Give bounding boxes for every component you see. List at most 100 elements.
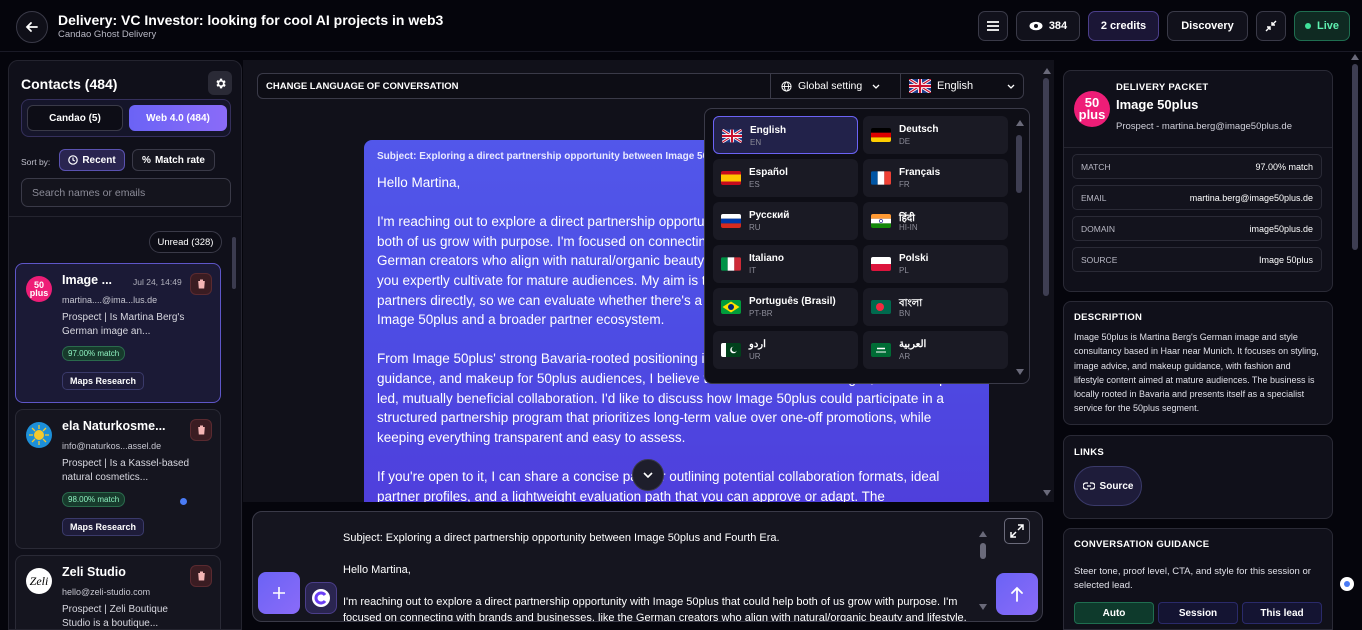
language-name: Deutsch	[899, 124, 939, 135]
delete-contact-button[interactable]	[190, 565, 212, 587]
bangladesh-flag-icon	[871, 300, 891, 314]
guidance-lead-button[interactable]: This lead	[1242, 602, 1322, 624]
message-composer[interactable]: Subject: Exploring a direct partnership …	[252, 511, 1043, 622]
uk-flag-icon	[909, 79, 931, 93]
language-option-hi[interactable]: हिंदी HI-IN	[863, 202, 1008, 240]
description-text: Image 50plus is Martina Berg's German im…	[1074, 332, 1319, 414]
details-scrollbar[interactable]	[1352, 64, 1358, 250]
delete-contact-button[interactable]	[190, 419, 212, 441]
menu-button[interactable]	[978, 11, 1008, 41]
help-button[interactable]	[1340, 577, 1354, 591]
divider	[1064, 147, 1332, 148]
send-button[interactable]	[996, 573, 1038, 615]
language-option-it[interactable]: Italiano IT	[713, 245, 858, 283]
contact-source-toggle: Candao (5) Web 4.0 (484)	[21, 99, 231, 137]
description-title: DESCRIPTION	[1074, 312, 1143, 323]
ai-assistant-button[interactable]	[305, 582, 337, 614]
language-option-pt-br[interactable]: Português (Brasil) PT-BR	[713, 288, 858, 326]
contacts-search-input[interactable]	[21, 178, 231, 207]
avatar	[26, 422, 52, 448]
language-option-en[interactable]: English EN	[713, 116, 858, 154]
credits-button[interactable]: 2 credits	[1088, 11, 1159, 41]
contact-name: Image ...	[62, 273, 113, 287]
language-option-ru[interactable]: Русский RU	[713, 202, 858, 240]
contact-card[interactable]: ela Naturkosme... info@naturkos...assel.…	[15, 409, 221, 549]
live-status-button[interactable]: Live	[1294, 11, 1350, 41]
language-option-bn[interactable]: বাংলা BN	[863, 288, 1008, 326]
field-label: EMAIL	[1081, 193, 1107, 203]
contacts-scrollbar[interactable]	[232, 237, 236, 289]
help-dot-icon	[1344, 581, 1350, 587]
language-select[interactable]: English	[900, 74, 1024, 98]
links-title: LINKS	[1074, 447, 1104, 458]
views-button[interactable]: 384	[1016, 11, 1080, 41]
contact-date: Jul 24, 14:49	[133, 277, 182, 287]
link-icon	[1082, 482, 1095, 490]
language-option-es[interactable]: Español ES	[713, 159, 858, 197]
avatar: 50 plus	[26, 276, 52, 302]
scroll-to-bottom-button[interactable]	[632, 459, 664, 491]
unread-filter-button[interactable]: Unread (328)	[149, 231, 222, 253]
composer-scrollbar[interactable]	[980, 543, 986, 559]
scroll-down-icon[interactable]	[1016, 369, 1024, 375]
scroll-up-icon[interactable]	[979, 531, 987, 537]
menu-icon	[987, 21, 999, 31]
back-button[interactable]	[16, 11, 48, 43]
language-name: Polski	[899, 253, 929, 264]
add-attachment-button[interactable]	[258, 572, 300, 614]
guidance-session-button[interactable]: Session	[1158, 602, 1238, 624]
scroll-up-icon[interactable]	[1016, 120, 1024, 126]
discovery-button[interactable]: Discovery	[1167, 11, 1248, 41]
language-bar: CHANGE LANGUAGE OF CONVERSATION Global s…	[257, 73, 1024, 99]
arrow-up-icon	[1011, 586, 1023, 602]
language-code: UR	[749, 352, 761, 361]
message-paragraph: If you're open to it, I can share a conc…	[377, 468, 940, 502]
sort-match-button[interactable]: % Match rate	[132, 149, 215, 171]
scroll-up-icon[interactable]	[1351, 54, 1359, 60]
unread-dot	[180, 498, 187, 505]
contact-card[interactable]: Zeli Zeli Studio hello@zeli-studio.com P…	[15, 555, 221, 629]
language-option-ar[interactable]: العربية AR	[863, 331, 1008, 369]
live-dot-icon	[1304, 23, 1311, 29]
global-setting-dropdown[interactable]: Global setting	[770, 74, 898, 98]
language-option-fr[interactable]: Français FR	[863, 159, 1008, 197]
language-option-ur[interactable]: اردو UR	[713, 331, 858, 369]
sort-recent-button[interactable]: Recent	[59, 149, 125, 171]
dropdown-scrollbar[interactable]	[1016, 135, 1022, 193]
expand-composer-button[interactable]	[1004, 518, 1030, 544]
composer-text[interactable]: Subject: Exploring a direct partnership …	[343, 530, 973, 621]
russia-flag-icon	[721, 214, 741, 228]
language-code: DE	[899, 137, 911, 146]
minimize-button[interactable]	[1256, 11, 1286, 41]
contact-name: Zeli Studio	[62, 565, 126, 579]
trash-icon	[196, 279, 206, 289]
source-link-label: Source	[1099, 480, 1134, 492]
language-code: EN	[750, 138, 762, 147]
scroll-down-icon[interactable]	[979, 604, 987, 610]
delete-contact-button[interactable]	[190, 273, 212, 295]
tab-web4[interactable]: Web 4.0 (484)	[129, 105, 227, 131]
conversation-scrollbar[interactable]	[1043, 78, 1049, 296]
field-value: image50plus.de	[1249, 224, 1313, 234]
language-option-de[interactable]: Deutsch DE	[863, 116, 1008, 154]
language-code: BN	[899, 309, 911, 318]
arrow-left-icon	[25, 22, 38, 32]
contact-card[interactable]: 50 plus Image ... Jul 24, 14:49 martina.…	[15, 263, 221, 403]
tab-candao[interactable]: Candao (5)	[27, 105, 123, 131]
sort-recent-label: Recent	[82, 154, 116, 166]
conversation-guidance-card: CONVERSATION GUIDANCE Steer tone, proof …	[1063, 528, 1333, 630]
language-name: हिंदी	[899, 213, 915, 224]
guidance-text: Steer tone, proof level, CTA, and style …	[1074, 566, 1311, 591]
scroll-up-icon[interactable]	[1043, 68, 1051, 74]
language-dropdown: English EN Deutsch DE Español ES Françai…	[704, 108, 1030, 384]
language-name: Français	[899, 167, 941, 178]
contacts-settings-button[interactable]	[208, 71, 232, 95]
language-bar-label: CHANGE LANGUAGE OF CONVERSATION	[266, 81, 459, 92]
scroll-down-icon[interactable]	[1043, 490, 1051, 496]
language-option-pl[interactable]: Polski PL	[863, 245, 1008, 283]
description-card: DESCRIPTION Image 50plus is Martina Berg…	[1063, 301, 1333, 425]
guidance-auto-button[interactable]: Auto	[1074, 602, 1154, 624]
uk-flag-icon	[722, 129, 742, 143]
avatar: Zeli	[26, 568, 52, 594]
source-link-button[interactable]: Source	[1074, 466, 1142, 506]
